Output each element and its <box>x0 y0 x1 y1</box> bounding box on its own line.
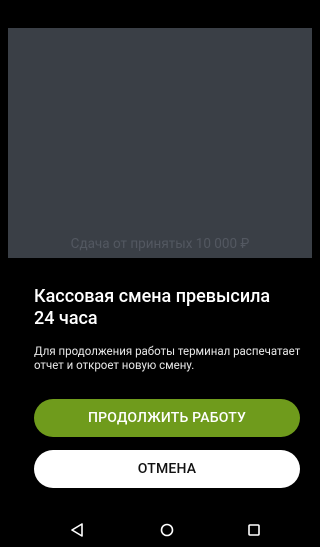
change-hint-text: Сдача от принятых 10 000 ₽ <box>70 236 250 252</box>
status-bar <box>0 0 320 28</box>
home-icon[interactable] <box>153 519 181 541</box>
back-icon[interactable] <box>63 519 91 541</box>
cancel-button[interactable]: ОТМЕНА <box>34 450 300 488</box>
dialog-title: Кассовая смена превысила 24 часа <box>34 286 271 329</box>
system-nav-bar <box>0 513 320 547</box>
dialog-message: Для продолжения работы терминал распечат… <box>34 344 301 372</box>
shift-expired-dialog: Кассовая смена превысила 24 часа Для про… <box>0 258 320 513</box>
dimmed-background-screen: Сдача от принятых 10 000 ₽ <box>8 28 312 258</box>
continue-work-button[interactable]: ПРОДОЛЖИТЬ РАБОТУ <box>34 399 300 437</box>
recents-icon[interactable] <box>240 519 268 541</box>
